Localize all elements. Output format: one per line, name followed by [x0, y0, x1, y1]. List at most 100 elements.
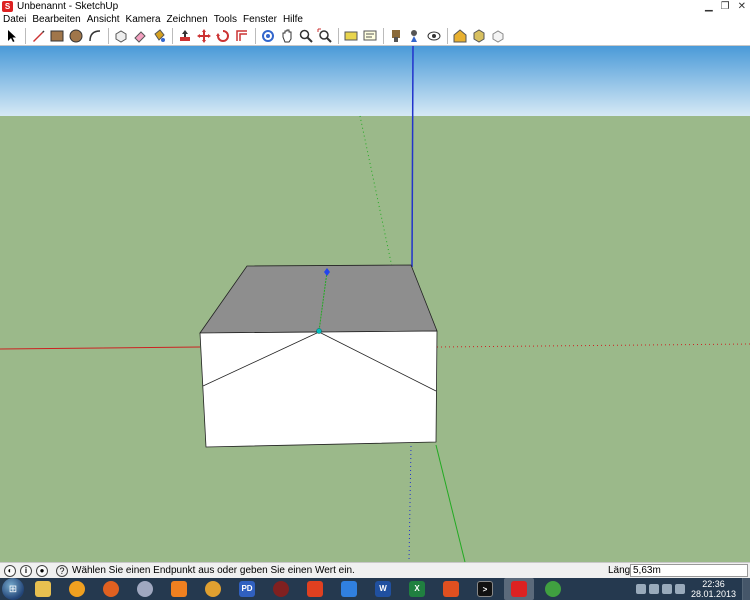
task-word[interactable]: W	[368, 578, 398, 600]
task-sketchup[interactable]	[504, 578, 534, 600]
windows-explorer-icon	[35, 581, 51, 597]
tape-measure-icon[interactable]	[342, 27, 360, 45]
task-fastlane[interactable]	[334, 578, 364, 600]
task-disc[interactable]	[130, 578, 160, 600]
system-tray: 22:36 28.01.2013	[633, 578, 750, 600]
media-icon	[273, 581, 289, 597]
toolbar-separator	[25, 27, 26, 44]
windows-icon: ⊞	[8, 583, 18, 595]
toolbar-separator	[108, 27, 109, 44]
task-game[interactable]	[538, 578, 568, 600]
close-icon[interactable]: ✕	[738, 1, 746, 12]
menu-tools[interactable]: Tools	[214, 13, 237, 26]
menu-zeichnen[interactable]: Zeichnen	[167, 13, 208, 26]
rotate-icon[interactable]	[214, 27, 232, 45]
show-desktop-button[interactable]	[742, 578, 750, 600]
task-fox[interactable]	[436, 578, 466, 600]
powerdvd-icon: PD	[239, 581, 255, 597]
orbit-icon[interactable]	[259, 27, 277, 45]
zoom-icon[interactable]	[297, 27, 315, 45]
text-icon[interactable]	[361, 27, 379, 45]
clock[interactable]: 22:36 28.01.2013	[691, 579, 736, 599]
cmd-icon: >	[477, 581, 493, 597]
task-vlc[interactable]	[164, 578, 194, 600]
task-excel[interactable]: X	[402, 578, 432, 600]
task-file-manager[interactable]	[300, 578, 330, 600]
help-icon[interactable]: ?	[56, 564, 68, 577]
menu-ansicht[interactable]: Ansicht	[87, 13, 120, 26]
fastlane-icon	[341, 581, 357, 597]
clock-date: 28.01.2013	[690, 589, 736, 599]
network-status-icon[interactable]	[674, 584, 685, 594]
volume-icon[interactable]	[661, 584, 672, 594]
restore-icon[interactable]: ❐	[721, 1, 730, 12]
disc-icon	[137, 581, 153, 597]
menu-hilfe[interactable]: Hilfe	[283, 13, 303, 26]
rectangle-icon[interactable]	[48, 27, 66, 45]
components-icon[interactable]	[470, 27, 488, 45]
taskbar: ⊞ PD W X > 22:36 28.01.2013	[0, 578, 750, 600]
task-browser[interactable]	[62, 578, 92, 600]
window-title: Unbenannt - SketchUp	[17, 1, 119, 12]
credits-icon[interactable]: i	[20, 564, 32, 577]
paint-bucket-icon[interactable]	[150, 27, 168, 45]
push-pull-icon[interactable]	[176, 27, 194, 45]
menu-datei[interactable]: Datei	[3, 13, 26, 26]
sketchup-icon	[511, 581, 527, 597]
clock-time: 22:36	[702, 579, 725, 589]
share-model-icon[interactable]	[489, 27, 507, 45]
toolbar-separator	[338, 27, 339, 44]
firefox-icon	[103, 581, 119, 597]
position-camera-icon[interactable]	[406, 27, 424, 45]
toolbar-separator	[255, 27, 256, 44]
menu-bar: Datei Bearbeiten Ansicht Kamera Zeichnen…	[0, 13, 750, 26]
task-firefox[interactable]	[96, 578, 126, 600]
scene-canvas[interactable]	[0, 46, 750, 562]
circle-icon[interactable]	[67, 27, 85, 45]
modeling-viewport[interactable]	[0, 46, 750, 562]
eraser-icon[interactable]	[131, 27, 149, 45]
pencil-line-icon[interactable]	[29, 27, 47, 45]
start-button[interactable]: ⊞	[2, 578, 24, 600]
task-media[interactable]	[266, 578, 296, 600]
task-network[interactable]	[198, 578, 228, 600]
sketchup-icon: S	[2, 1, 13, 12]
offset-icon[interactable]	[233, 27, 251, 45]
walk-icon[interactable]	[387, 27, 405, 45]
look-around-icon[interactable]	[425, 27, 443, 45]
status-bar: ◐ i ● ? Wählen Sie einen Endpunkt aus od…	[0, 562, 750, 578]
zoom-extents-icon[interactable]	[316, 27, 334, 45]
make-component-icon[interactable]	[112, 27, 130, 45]
vlc-icon	[171, 581, 187, 597]
midpoint-marker	[316, 328, 322, 334]
geolocation-icon[interactable]: ◐	[4, 564, 16, 577]
minimize-icon[interactable]: ▁	[705, 1, 713, 12]
sky	[0, 46, 750, 116]
task-powerdvd[interactable]: PD	[232, 578, 262, 600]
file-manager-icon	[307, 581, 323, 597]
network-icon	[205, 581, 221, 597]
toolbar	[0, 26, 750, 46]
select-arrow-icon[interactable]	[3, 27, 21, 45]
toolbar-separator	[383, 27, 384, 44]
toolbar-separator	[172, 27, 173, 44]
menu-kamera[interactable]: Kamera	[126, 13, 161, 26]
title-bar: S Unbenannt - SketchUp ▁ ❐ ✕	[0, 0, 750, 13]
excel-icon: X	[409, 581, 425, 597]
warehouse-icon[interactable]	[451, 27, 469, 45]
move-icon[interactable]	[195, 27, 213, 45]
measurements-box[interactable]: 5,63m	[630, 564, 748, 577]
arc-icon[interactable]	[86, 27, 104, 45]
word-icon: W	[375, 581, 391, 597]
toolbar-separator	[447, 27, 448, 44]
status-message: Wählen Sie einen Endpunkt aus oder geben…	[72, 565, 355, 576]
menu-fenster[interactable]: Fenster	[243, 13, 277, 26]
task-cmd[interactable]: >	[470, 578, 500, 600]
task-windows-explorer[interactable]	[28, 578, 58, 600]
tray-icon[interactable]	[635, 584, 646, 594]
blue-axis	[411, 46, 414, 268]
user-icon[interactable]: ●	[36, 564, 48, 577]
tray-icon[interactable]	[648, 584, 659, 594]
menu-bearbeiten[interactable]: Bearbeiten	[32, 13, 80, 26]
pan-icon[interactable]	[278, 27, 296, 45]
